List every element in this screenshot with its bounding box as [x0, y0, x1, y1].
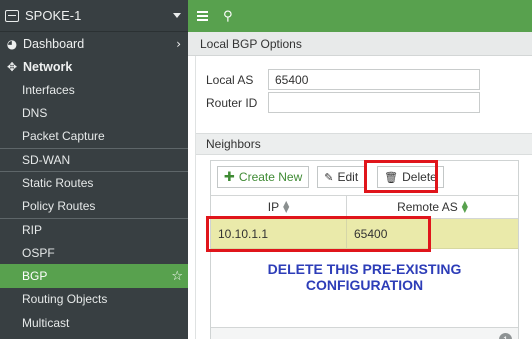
table-footer: 1 [211, 327, 518, 339]
edit-label: Edit [337, 170, 359, 184]
sidebar-item-label: Policy Routes [22, 199, 96, 214]
router-id-row: Router ID [206, 92, 480, 113]
trash-icon: 🗑 [384, 170, 399, 184]
router-id-field[interactable] [268, 92, 480, 113]
local-as-label: Local AS [206, 72, 254, 87]
sidebar-item-routing-objects[interactable]: Routing Objects [0, 288, 188, 311]
row-count-badge: 1 [499, 333, 512, 339]
star-icon[interactable]: ☆ [171, 269, 183, 284]
sidebar-item-ospf[interactable]: OSPF [0, 241, 188, 264]
sidebar: SPOKE-1 ◕ Dashboard › ✥ Network Interfac… [0, 0, 188, 339]
sidebar-item-sd-wan[interactable]: SD-WAN [0, 147, 188, 171]
sidebar-item-static-routes[interactable]: Static Routes [0, 171, 188, 194]
neighbors-table-panel: ✚ Create New ✎ Edit 🗑 Delete IP ▲ ▼ Remot… [210, 160, 519, 339]
neighbors-toolbar: ✚ Create New ✎ Edit 🗑 Delete [217, 166, 444, 190]
sidebar-item-label: Interfaces [22, 82, 75, 97]
sidebar-item-label: Dashboard [23, 36, 85, 51]
delete-button[interactable]: 🗑 Delete [377, 166, 444, 188]
network-icon: ✥ [6, 59, 18, 74]
cell-ip: 10.10.1.1 [211, 219, 347, 248]
sidebar-item-bgp[interactable]: BGP ☆ [0, 264, 188, 288]
table-row[interactable]: 10.10.1.1 65400 [211, 219, 518, 249]
sidebar-item-label: Static Routes [22, 176, 94, 191]
sidebar-item-label: Routing Objects [22, 292, 108, 307]
sidebar-item-label: Network [23, 59, 73, 74]
sort-icon: ▲ ▼ [283, 199, 290, 214]
sidebar-item-interfaces[interactable]: Interfaces [0, 78, 188, 101]
column-header-remote-as[interactable]: Remote AS ▲ ▼ [347, 196, 518, 218]
local-as-row: Local AS [206, 69, 480, 90]
sidebar-item-multicast[interactable]: Multicast [0, 311, 188, 334]
search-icon[interactable]: ⚲ [223, 9, 233, 24]
sidebar-item-label: DNS [22, 105, 48, 120]
neighbors-title: Neighbors [206, 137, 261, 151]
dashboard-icon: ◕ [6, 36, 18, 51]
sidebar-item-label: SD-WAN [22, 153, 71, 168]
sidebar-item-label: BGP [22, 269, 48, 284]
sidebar-item-label: Packet Capture [22, 129, 105, 144]
create-new-label: Create New [238, 170, 303, 184]
page-title-text: Local BGP Options [200, 36, 302, 51]
column-header-label: IP [267, 200, 280, 214]
create-new-button[interactable]: ✚ Create New [217, 166, 310, 188]
page-title: Local BGP Options [188, 32, 532, 56]
local-as-field[interactable] [268, 69, 480, 90]
device-selector[interactable]: SPOKE-1 [0, 0, 188, 32]
plus-icon: ✚ [224, 169, 235, 185]
annotation-text: DELETE THIS PRE-EXISTING CONFIGURATION [267, 261, 462, 293]
sidebar-item-policy-routes[interactable]: Policy Routes [0, 194, 188, 217]
sidebar-item-dashboard[interactable]: ◕ Dashboard › [0, 32, 188, 55]
router-id-label: Router ID [206, 95, 258, 110]
main-content: Local AS Router ID Neighbors ✚ Create Ne… [188, 56, 532, 339]
sidebar-item-dns[interactable]: DNS [0, 101, 188, 124]
divider [195, 56, 196, 339]
delete-label: Delete [402, 170, 437, 184]
sort-icon: ▲ ▼ [461, 199, 468, 214]
column-header-label: Remote AS [397, 200, 458, 214]
sidebar-item-label: RIP [22, 222, 43, 237]
sidebar-item-label: Multicast [22, 315, 70, 330]
device-name: SPOKE-1 [25, 8, 82, 23]
sidebar-item-network[interactable]: ✥ Network [0, 55, 188, 78]
chevron-down-icon [173, 13, 181, 18]
sidebar-item-packet-capture[interactable]: Packet Capture [0, 125, 188, 148]
sidebar-item-label: OSPF [22, 245, 55, 260]
pencil-icon: ✎ [324, 170, 334, 184]
sidebar-item-rip[interactable]: RIP [0, 217, 188, 241]
edit-button[interactable]: ✎ Edit [317, 166, 366, 188]
hamburger-icon[interactable] [197, 11, 208, 21]
table-header: IP ▲ ▼ Remote AS ▲ ▼ [211, 195, 518, 219]
chevron-right-icon: › [176, 36, 181, 51]
cell-remote-as: 65400 [354, 226, 388, 241]
column-header-ip[interactable]: IP ▲ ▼ [211, 196, 347, 218]
neighbors-section-title: Neighbors [196, 133, 532, 155]
device-icon [5, 9, 19, 22]
top-bar: ⚲ [188, 0, 532, 32]
